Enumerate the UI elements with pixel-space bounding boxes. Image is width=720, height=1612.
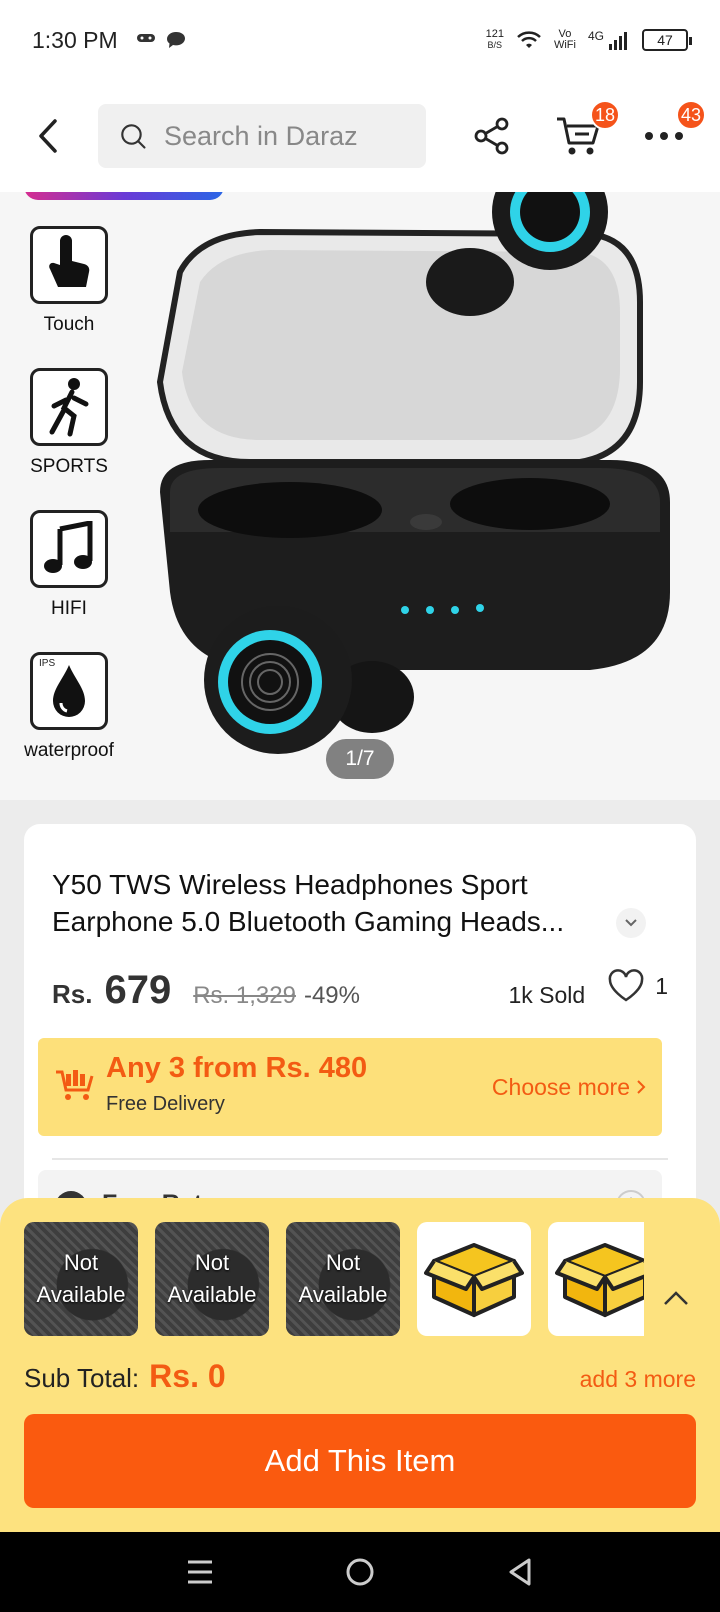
add-more-hint: add 3 more (579, 1366, 696, 1392)
recent-apps-button[interactable] (175, 1547, 225, 1597)
discount-percent: -49% (303, 982, 360, 1009)
product-title: Y50 TWS Wireless Headphones Sport Earpho… (52, 869, 565, 937)
cart-badge: 18 (590, 100, 620, 130)
feature-waterproof: IPS waterproof (14, 652, 124, 762)
home-button[interactable] (335, 1547, 385, 1597)
water-drop-icon: IPS (30, 652, 108, 730)
feature-label: HIFI (51, 598, 87, 619)
subtotal-label: Sub Total: (24, 1363, 140, 1393)
divider (52, 1158, 668, 1160)
heart-icon (608, 969, 644, 1002)
volte-indicator: Vo WiFi (554, 29, 576, 51)
page-indicator: 1/7 (326, 739, 394, 779)
notification-icons (136, 31, 186, 49)
home-circle-icon (346, 1558, 374, 1586)
subtotal-row: Sub Total: Rs. 0 add 3 more (24, 1358, 696, 1395)
runner-icon (30, 368, 108, 446)
cart-button[interactable]: 18 (550, 100, 620, 164)
subtotal-value: Rs. 0 (149, 1358, 226, 1394)
status-bar: 1:30 PM 121 B/S Vo WiFi 4G 47 (0, 0, 720, 80)
more-badge: 43 (676, 100, 706, 130)
net-speed-unit: B/S (487, 40, 503, 50)
music-note-icon (30, 510, 108, 588)
not-available-label: Not Available (36, 1250, 126, 1307)
box-icon (424, 1243, 524, 1317)
feature-hifi: HIFI (14, 510, 124, 620)
bundle-item-slot[interactable] (417, 1222, 531, 1336)
more-button[interactable]: 43 (636, 100, 706, 164)
not-available-label: Not Available (298, 1250, 388, 1307)
original-price: Rs. 1,329 (193, 982, 296, 1009)
system-back-button[interactable] (495, 1547, 545, 1597)
ips-badge: IPS (39, 658, 56, 669)
feature-label: SPORTS (30, 456, 108, 477)
bundle-item-slot[interactable] (548, 1222, 644, 1336)
bundle-item-unavailable[interactable]: Not Available (24, 1222, 138, 1336)
wifi-icon (517, 31, 541, 48)
price-row: Rs. 679 Rs. 1,329 -49% 1k Sold 1 (52, 968, 668, 1013)
bundle-items: Not Available Not Available Not Available (24, 1222, 644, 1338)
network-type: 4G (587, 29, 604, 43)
price-currency: Rs. (52, 979, 93, 1009)
back-triangle-icon (509, 1558, 531, 1586)
system-nav-bar (0, 1532, 720, 1612)
share-icon (474, 117, 509, 155)
share-button[interactable] (464, 108, 520, 164)
battery-indicator: 47 (642, 29, 692, 51)
header: 18 43 (0, 80, 720, 192)
feature-sports: SPORTS (14, 368, 124, 478)
collapse-sheet-button[interactable] (658, 1280, 694, 1316)
choose-more-label: Choose more (491, 1073, 630, 1100)
search-icon (121, 124, 146, 149)
box-icon (555, 1243, 644, 1317)
net-speed: 121 B/S (486, 29, 504, 51)
product-info-card: Y50 TWS Wireless Headphones Sport Earpho… (24, 824, 696, 1230)
promo-subtitle: Free Delivery (106, 1093, 225, 1115)
feature-touch: Touch (14, 226, 124, 336)
choose-more-link[interactable]: Choose more (492, 1074, 646, 1101)
feature-label: Touch (43, 314, 95, 335)
sold-count: 1k Sold (508, 982, 586, 1008)
signal-icon (609, 32, 627, 50)
bundle-bottom-sheet: Not Available Not Available Not Available S… (0, 1198, 720, 1532)
wishlist-button[interactable]: 1 (607, 969, 668, 1003)
chat-bubble-icon (166, 32, 185, 48)
menu-lines-icon (188, 1560, 212, 1584)
gamepad-icon (136, 34, 155, 42)
cart-promo-icon (56, 1070, 94, 1100)
price-value: 679 (104, 968, 172, 1012)
product-gallery[interactable]: Bluetooth 5.0 Touch SPORTS HIFI IPS wate… (0, 192, 720, 800)
promo-title: Any 3 from Rs. 480 (106, 1052, 368, 1084)
product-image (156, 192, 670, 754)
search-box[interactable] (98, 104, 426, 168)
status-right: 121 B/S Vo WiFi 4G 47 (486, 29, 692, 51)
back-button[interactable] (24, 111, 74, 161)
battery-level: 47 (657, 32, 673, 48)
chevron-up-icon (664, 1291, 688, 1305)
wishlist-count: 1 (655, 972, 668, 999)
search-input[interactable] (164, 120, 404, 152)
bundle-item-unavailable[interactable]: Not Available (286, 1222, 400, 1336)
bundle-item-unavailable[interactable]: Not Available (155, 1222, 269, 1336)
feature-label: waterproof (24, 740, 114, 761)
chevron-left-icon (39, 119, 57, 153)
net-speed-value: 121 (485, 28, 504, 40)
title-row: Y50 TWS Wireless Headphones Sport Earpho… (52, 866, 668, 940)
chevron-right-icon (637, 1080, 646, 1094)
promo-text: Any 3 from Rs. 480 Free Delivery (106, 1052, 367, 1122)
more-dots-icon (645, 132, 683, 140)
not-available-label: Not Available (167, 1250, 257, 1307)
expand-title-button[interactable] (616, 908, 646, 938)
add-this-item-button[interactable]: Add This Item (24, 1414, 696, 1508)
touch-icon (30, 226, 108, 304)
promo-banner[interactable]: Any 3 from Rs. 480 Free Delivery Choose … (38, 1038, 662, 1136)
wifi-calling-label: WiFi (553, 39, 576, 51)
status-time: 1:30 PM (32, 26, 118, 53)
chevron-down-icon (625, 919, 637, 927)
